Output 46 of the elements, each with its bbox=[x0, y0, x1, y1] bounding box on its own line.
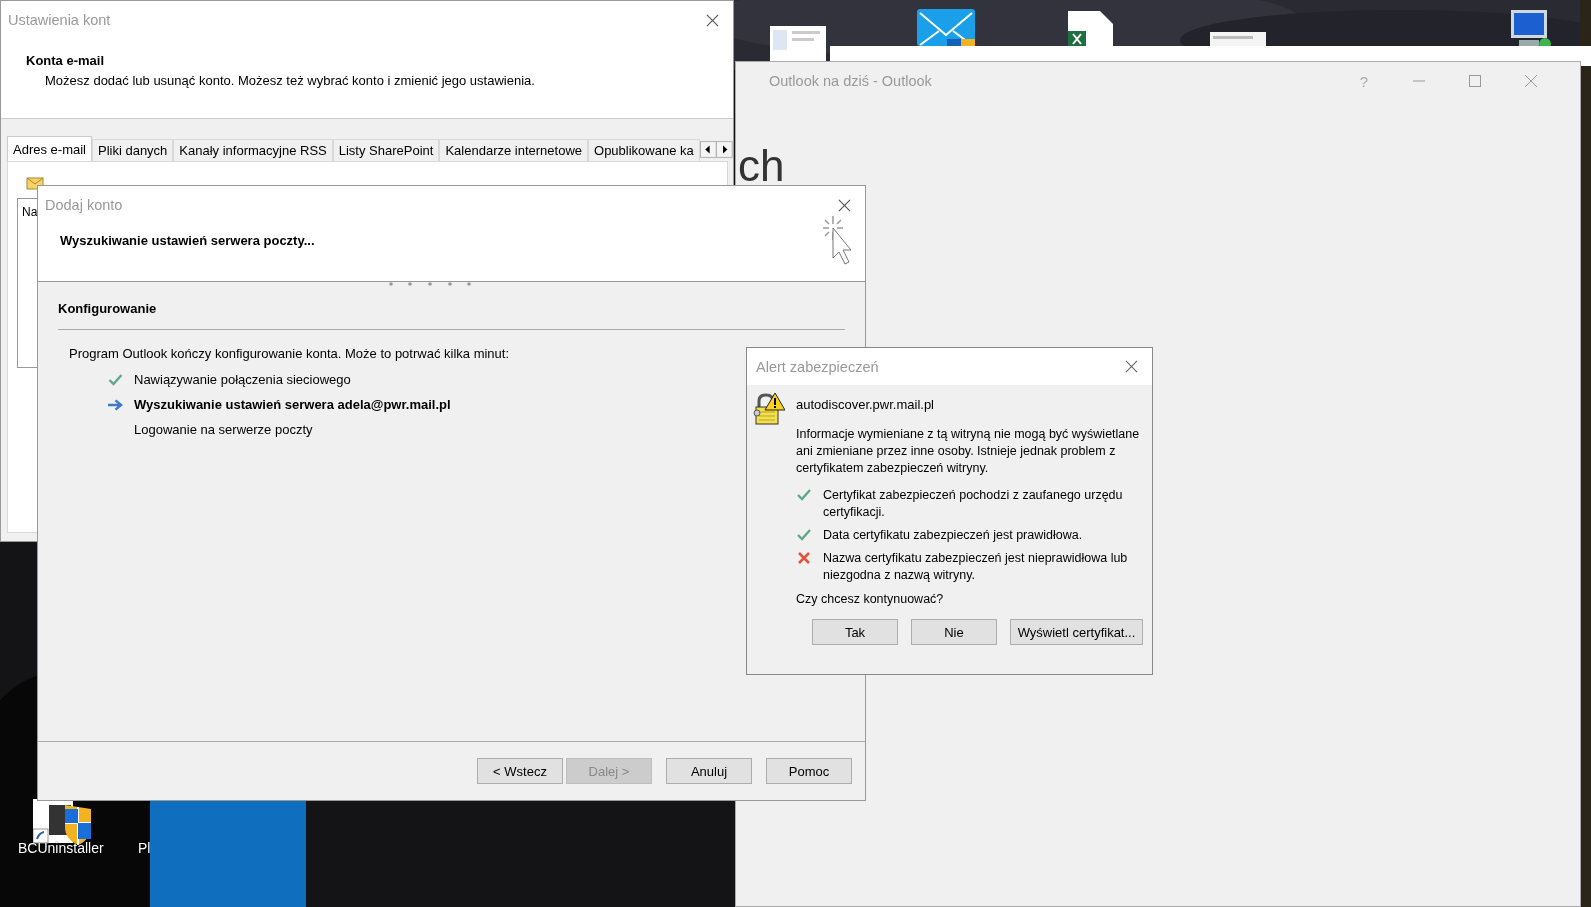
section-heading: Konta e-mail bbox=[25, 52, 105, 68]
list-header: Na bbox=[22, 205, 38, 219]
description-text: Możesz dodać lub usunąć konto. Możesz też wybrać konto i zmienić jego ustawienia. bbox=[44, 72, 536, 88]
dialog-button[interactable]: Pomoc bbox=[766, 758, 852, 784]
close-icon[interactable] bbox=[838, 198, 851, 212]
dialog-title: Dodaj konto bbox=[45, 197, 123, 213]
tab[interactable]: Opublikowane ka bbox=[588, 139, 700, 161]
message-text: Informacje wymieniane z tą witryną nie mogą być wyświetlane ani zmieniane przez inne osoby. Istnieje jednak problem z certyfikatem zabezpieczeń witryny. bbox=[796, 426, 1141, 477]
desktop-icon-label[interactable]: Pl bbox=[138, 840, 151, 856]
desktop-icon-label[interactable]: BCUninstaller bbox=[18, 840, 104, 856]
window-title: Outlook na dziś - Outlook bbox=[769, 73, 933, 89]
dialog-title: Alert zabezpieczeń bbox=[756, 358, 879, 375]
close-icon[interactable] bbox=[706, 13, 719, 27]
scroll-left-icon[interactable] bbox=[699, 140, 717, 159]
tab[interactable]: Kalendarze internetowe bbox=[439, 139, 588, 161]
dialog-button[interactable]: Tak bbox=[812, 619, 898, 645]
spreadsheet-file-icon[interactable] bbox=[1068, 11, 1113, 46]
tab[interactable]: Kanały informacyjne RSS bbox=[173, 139, 333, 161]
mail-icon[interactable] bbox=[917, 9, 975, 46]
section-heading: Konfigurowanie bbox=[58, 301, 158, 316]
intro-text: Program Outlook kończy konfigurowanie konta. Może to potrwać kilka minut: bbox=[68, 346, 511, 361]
dialog-heading: Wyszukiwanie ustawień serwera poczty... bbox=[60, 233, 315, 248]
warning-lock-icon bbox=[753, 393, 785, 425]
step-text: Logowanie na serwerze poczty bbox=[134, 422, 313, 437]
check-text: Certyfikat zabezpieczeń pochodzi z zaufanego urzędu certyfikacji. bbox=[823, 487, 1124, 521]
question-text: Czy chcesz kontynuować? bbox=[796, 592, 945, 606]
checkmark-icon bbox=[108, 373, 123, 386]
tab[interactable]: Adres e-mail bbox=[7, 136, 92, 161]
step-text: Nawiązywanie połączenia sieciowego bbox=[134, 372, 351, 387]
step-text: Wyszukiwanie ustawień serwera adela@pwr.mail.pl bbox=[134, 397, 451, 412]
dialog-button[interactable]: Wyświetl certyfikat... bbox=[1010, 619, 1143, 645]
window-thumbnail-icon[interactable] bbox=[770, 26, 826, 62]
page-heading: ch bbox=[737, 140, 786, 188]
check-text: Data certyfikatu zabezpieczeń jest prawidłowa. bbox=[823, 527, 1083, 544]
host-name: autodiscover.pwr.mail.pl bbox=[796, 397, 935, 412]
tab[interactable]: Pliki danych bbox=[91, 139, 174, 161]
window-thumbnail-icon[interactable] bbox=[1210, 32, 1266, 46]
dialog-button[interactable]: Anuluj bbox=[666, 758, 752, 784]
close-icon[interactable] bbox=[1125, 360, 1138, 373]
dialog-button[interactable]: Nie bbox=[911, 619, 997, 645]
tab[interactable]: Listy SharePoint bbox=[332, 139, 440, 161]
arrow-right-icon bbox=[108, 398, 123, 411]
scroll-right-icon[interactable] bbox=[716, 140, 733, 159]
dialog-button[interactable]: < Wstecz bbox=[477, 758, 563, 784]
window-title: Ustawienia kont bbox=[8, 12, 111, 28]
check-text: Nazwa certyfikatu zabezpieczeń jest nieprawidłowa lub niezgodna z nazwą witryny. bbox=[823, 550, 1129, 584]
